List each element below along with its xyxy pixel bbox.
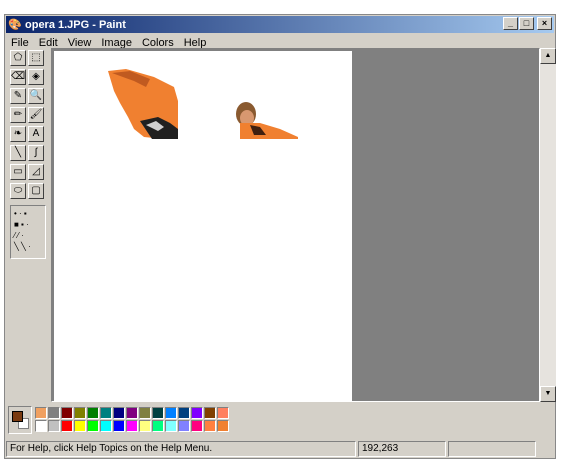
tool-curve-icon[interactable]: ∫ [28,145,44,161]
window-title: opera 1.JPG - Paint [25,18,126,31]
palette-color-swatch[interactable] [178,407,190,419]
palette-color-swatch[interactable] [113,407,125,419]
palette-color-swatch[interactable] [204,420,216,432]
tool-airbrush-icon[interactable]: ❧ [10,126,26,142]
canvas-area [51,48,540,402]
palette-color-swatch[interactable] [100,407,112,419]
tool-rectangle-icon[interactable]: ▭ [10,164,26,180]
tool-polygon-icon[interactable]: ◿ [28,164,44,180]
tool-option-row[interactable]: ⁄ ⁄ · [14,230,42,241]
tool-eraser-icon[interactable]: ⌫ [10,69,26,85]
foreground-color-swatch[interactable] [12,411,23,422]
palette-color-swatch[interactable] [74,420,86,432]
menu-image[interactable]: Image [96,37,137,49]
tool-option-row[interactable]: ╲ ╲ · [14,241,42,252]
palette-color-swatch[interactable] [139,407,151,419]
palette-color-swatch[interactable] [61,420,73,432]
tool-option-row[interactable]: ■ ▪ · [14,219,42,230]
palette-color-swatch[interactable] [191,407,203,419]
palette-color-swatch[interactable] [87,407,99,419]
minimize-button[interactable]: _ [503,17,518,30]
status-coordinates: 192,263 [358,441,446,457]
tool-ellipse-icon[interactable]: ⬭ [10,183,26,199]
status-help-text: For Help, click Help Topics on the Help … [6,441,356,457]
palette-color-swatch[interactable] [74,407,86,419]
palette-color-swatch[interactable] [61,407,73,419]
menu-help[interactable]: Help [179,37,212,49]
palette-color-swatch[interactable] [35,420,47,432]
menu-edit[interactable]: Edit [34,37,63,49]
tool-magnifier-icon[interactable]: 🔍 [28,88,44,104]
menu-file[interactable]: File [6,37,34,49]
palette-color-swatch[interactable] [126,420,138,432]
tool-option-row[interactable]: • · ▪ [14,208,42,219]
scroll-up-button[interactable]: ▲ [540,48,556,64]
tool-rounded-rectangle-icon[interactable]: ▢ [28,183,44,199]
palette-color-swatch[interactable] [48,407,60,419]
vertical-scrollbar[interactable]: ▲ ▼ [540,48,556,402]
palette-color-swatch[interactable] [139,420,151,432]
status-bar: For Help, click Help Topics on the Help … [6,440,554,458]
menu-view[interactable]: View [63,37,97,49]
tool-fill-icon[interactable]: ◈ [28,69,44,85]
menu-colors[interactable]: Colors [137,37,179,49]
title-bar[interactable]: 🎨 opera 1.JPG - Paint _ □ × [6,16,554,33]
palette-color-swatch[interactable] [217,420,229,432]
tool-options-panel[interactable]: • · ▪ ■ ▪ · ⁄ ⁄ · ╲ ╲ · [10,205,46,259]
palette-color-swatch[interactable] [126,407,138,419]
paint-app-icon[interactable]: 🎨 [8,18,22,32]
color-palette [8,406,229,436]
tool-line-icon[interactable]: ╲ [10,145,26,161]
paint-window: 🎨 opera 1.JPG - Paint _ □ × File Edit Vi… [4,14,556,459]
maximize-button[interactable]: □ [519,17,534,30]
canvas-image [108,69,298,139]
palette-color-swatch[interactable] [217,407,229,419]
palette-color-swatch[interactable] [204,407,216,419]
tool-select-icon[interactable]: ⬚ [28,50,44,66]
tool-pencil-icon[interactable]: ✏ [10,107,26,123]
palette-color-swatch[interactable] [87,420,99,432]
tool-free-form-select-icon[interactable]: ⬠ [10,50,26,66]
palette-color-swatch[interactable] [165,420,177,432]
palette-color-swatch[interactable] [113,420,125,432]
palette-color-swatch[interactable] [191,420,203,432]
tool-text-icon[interactable]: A [28,126,44,142]
palette-color-swatch[interactable] [152,407,164,419]
close-button[interactable]: × [537,17,552,30]
tool-pick-color-icon[interactable]: ✎ [10,88,26,104]
palette-color-swatch[interactable] [165,407,177,419]
palette-color-swatch[interactable] [48,420,60,432]
current-colors[interactable] [8,406,32,434]
palette-color-swatch[interactable] [152,420,164,432]
status-selection-size [448,441,536,457]
palette-color-swatch[interactable] [100,420,112,432]
drawing-canvas[interactable] [54,51,352,401]
palette-color-swatch[interactable] [35,407,47,419]
scroll-down-button[interactable]: ▼ [540,386,556,402]
tool-brush-icon[interactable]: 🖌 [28,107,44,123]
palette-color-swatch[interactable] [178,420,190,432]
